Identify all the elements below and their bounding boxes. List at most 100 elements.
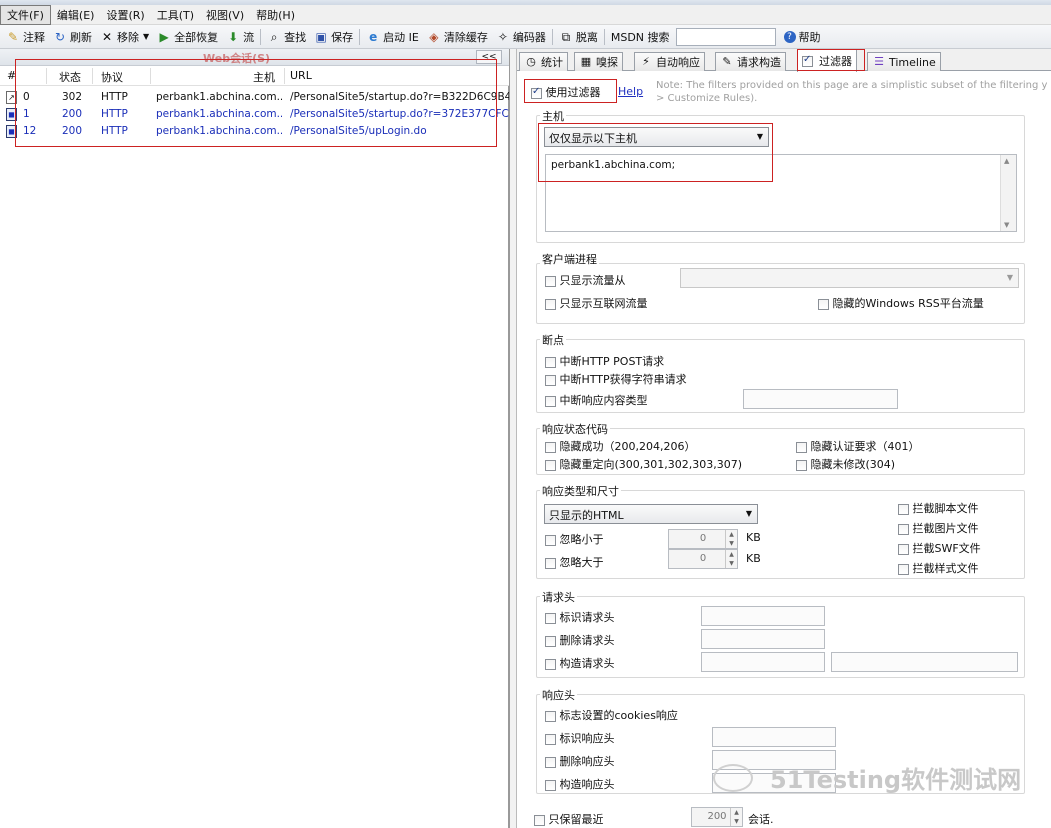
block-script-label: 拦截脚本文件 <box>912 502 979 515</box>
clear-cache-label: 清除缓存 <box>443 30 488 44</box>
clear-cache-icon: ◈ <box>429 29 439 44</box>
save-label: 保存 <box>331 30 354 44</box>
ignore-smaller-checkbox[interactable]: 忽略小于 <box>545 531 604 547</box>
stepper-arrows-icon[interactable]: ▲ ▼ <box>725 530 737 548</box>
hide-success-checkbox[interactable]: 隐藏成功（200,204,206） <box>545 438 695 454</box>
tab-inspectors[interactable]: ▦ 嗅探 <box>574 52 623 71</box>
break-post-checkbox[interactable]: 中断HTTP POST请求 <box>545 353 664 369</box>
break-post-label: 中断HTTP POST请求 <box>559 355 665 368</box>
set-request-checkbox[interactable]: 构造请求头 <box>545 655 615 671</box>
refresh-label: 刷新 <box>70 30 92 44</box>
scroll-down-icon: ▼ <box>1004 221 1010 229</box>
detach-button[interactable]: ⧉ 脱离 <box>555 27 602 47</box>
keep-recent-stepper[interactable]: 200 ▲ ▼ <box>691 807 743 827</box>
toolbar-divider <box>551 28 553 45</box>
msdn-search-label: MSDN 搜索 <box>610 30 670 44</box>
hide-not-modified-checkbox[interactable]: 隐藏未修改(304) <box>796 456 895 472</box>
delete-request-input[interactable] <box>701 629 825 649</box>
keep-recent-checkbox[interactable]: 只保留最近 <box>534 811 604 827</box>
tab-statistics[interactable]: ◷ 统计 <box>519 52 568 71</box>
ignore-larger-checkbox[interactable]: 忽略大于 <box>545 554 604 570</box>
block-swf-checkbox[interactable]: 拦截SWF文件 <box>898 540 981 556</box>
save-button[interactable]: ▣ 保存 <box>310 27 357 47</box>
menu-settings[interactable]: 设置(R) <box>100 6 150 24</box>
hide-redirect-checkbox[interactable]: 隐藏重定向(300,301,302,303,307) <box>545 456 742 472</box>
remove-button[interactable]: ✕ 移除 ▼ <box>96 27 153 47</box>
content-type-select[interactable]: 只显示的HTML ▼ <box>544 504 758 524</box>
response-type-title: 响应类型和尺寸 <box>540 483 621 499</box>
tab-composer[interactable]: ✎ 请求构造 <box>715 52 786 71</box>
kb-unit: KB <box>746 552 761 565</box>
show-internet-checkbox[interactable]: 只显示互联网流量 <box>545 295 648 311</box>
delete-request-checkbox[interactable]: 删除请求头 <box>545 632 615 648</box>
toolbar: ✎ 注释 ↻ 刷新 ✕ 移除 ▼ ▶ 全部恢复 ⬇ 流 ⌕ 查找 ▣ 保存 e 启动 IE ◈ 清除… <box>0 25 1051 49</box>
hide-success-label: 隐藏成功（200,204,206） <box>559 440 696 453</box>
checkbox-box <box>545 733 556 745</box>
checkbox-box <box>898 503 909 515</box>
detach-label: 脱离 <box>575 30 598 44</box>
flag-request-input[interactable] <box>701 606 825 626</box>
break-get-checkbox[interactable]: 中断HTTP获得字符串请求 <box>545 371 687 387</box>
checkbox-box <box>796 459 807 471</box>
set-request-name-input[interactable] <box>701 652 825 672</box>
set-request-value-input[interactable] <box>831 652 1018 672</box>
delete-request-label: 删除请求头 <box>559 634 615 647</box>
menu-edit[interactable]: 编辑(E) <box>51 6 101 24</box>
tab-label: 嗅探 <box>596 56 618 69</box>
checkbox-box <box>534 814 545 826</box>
kb-unit: KB <box>746 531 761 544</box>
ignore-larger-stepper[interactable]: 0 ▲ ▼ <box>668 549 738 569</box>
break-content-type-label: 中断响应内容类型 <box>559 394 648 407</box>
menu-tools[interactable]: 工具(T) <box>151 6 200 24</box>
checkbox-box <box>898 543 909 555</box>
content-type-value: 只显示的HTML <box>549 509 624 522</box>
process-select[interactable]: ▼ <box>680 268 1019 288</box>
ignore-smaller-value: 0 <box>699 533 707 544</box>
help-link[interactable]: Help <box>618 85 643 98</box>
flag-request-checkbox[interactable]: 标识请求头 <box>545 609 615 625</box>
find-button[interactable]: ⌕ 查找 <box>263 27 310 47</box>
client-process-title: 客户端进程 <box>540 251 599 267</box>
stepper-arrows-icon[interactable]: ▲ ▼ <box>725 550 737 568</box>
set-response-checkbox[interactable]: 构造响应头 <box>545 776 615 792</box>
help-button[interactable]: ? 帮助 <box>780 27 825 47</box>
hide-rss-checkbox[interactable]: 隐藏的Windows RSS平台流量 <box>818 295 984 311</box>
block-image-checkbox[interactable]: 拦截图片文件 <box>898 520 979 536</box>
pane-splitter[interactable] <box>509 49 517 828</box>
stream-button[interactable]: ⬇ 流 <box>222 27 258 47</box>
menu-bar: 文件(F) 编辑(E) 设置(R) 工具(T) 视图(V) 帮助(H) <box>0 4 1051 25</box>
host-list-scrollbar[interactable]: ▲ ▼ <box>1000 155 1016 231</box>
restore-all-button[interactable]: ▶ 全部恢复 <box>153 27 222 47</box>
hide-not-modified-label: 隐藏未修改(304) <box>810 458 896 471</box>
hide-auth-checkbox[interactable]: 隐藏认证要求（401） <box>796 438 920 454</box>
flag-cookies-label: 标志设置的cookies响应 <box>559 709 678 722</box>
flag-response-input[interactable] <box>712 727 836 747</box>
content-type-input[interactable] <box>743 389 898 409</box>
msdn-search-input[interactable] <box>675 27 776 46</box>
toolbar-divider <box>603 28 605 45</box>
checkbox-box <box>545 459 556 471</box>
launch-ie-button[interactable]: e 启动 IE <box>362 27 423 47</box>
break-content-type-checkbox[interactable]: 中断响应内容类型 <box>545 392 648 408</box>
checkbox-box <box>898 563 909 575</box>
remove-label: 移除 <box>117 30 139 44</box>
comment-button[interactable]: ✎ 注释 <box>2 27 49 47</box>
menu-view[interactable]: 视图(V) <box>200 6 250 24</box>
block-script-checkbox[interactable]: 拦截脚本文件 <box>898 500 979 516</box>
flag-cookies-checkbox[interactable]: 标志设置的cookies响应 <box>545 707 678 723</box>
menu-file[interactable]: 文件(F) <box>0 4 51 25</box>
ignore-smaller-stepper[interactable]: 0 ▲ ▼ <box>668 529 738 549</box>
encoder-button[interactable]: ✧ 编码器 <box>492 27 550 47</box>
delete-response-checkbox[interactable]: 删除响应头 <box>545 753 615 769</box>
checkbox-box <box>545 374 556 386</box>
refresh-button[interactable]: ↻ 刷新 <box>49 27 96 47</box>
block-css-checkbox[interactable]: 拦截样式文件 <box>898 560 979 576</box>
show-traffic-from-checkbox[interactable]: 只显示流量从 <box>545 272 626 288</box>
chevron-down-icon: ▼ <box>143 32 150 41</box>
menu-help[interactable]: 帮助(H) <box>250 6 301 24</box>
clear-cache-button[interactable]: ◈ 清除缓存 <box>423 27 492 47</box>
flag-response-checkbox[interactable]: 标识响应头 <box>545 730 615 746</box>
stepper-arrows-icon[interactable]: ▲ ▼ <box>730 808 742 826</box>
tab-timeline[interactable]: ☰ Timeline <box>867 52 941 71</box>
tab-autoresponder[interactable]: ⚡ 自动响应 <box>634 52 705 71</box>
